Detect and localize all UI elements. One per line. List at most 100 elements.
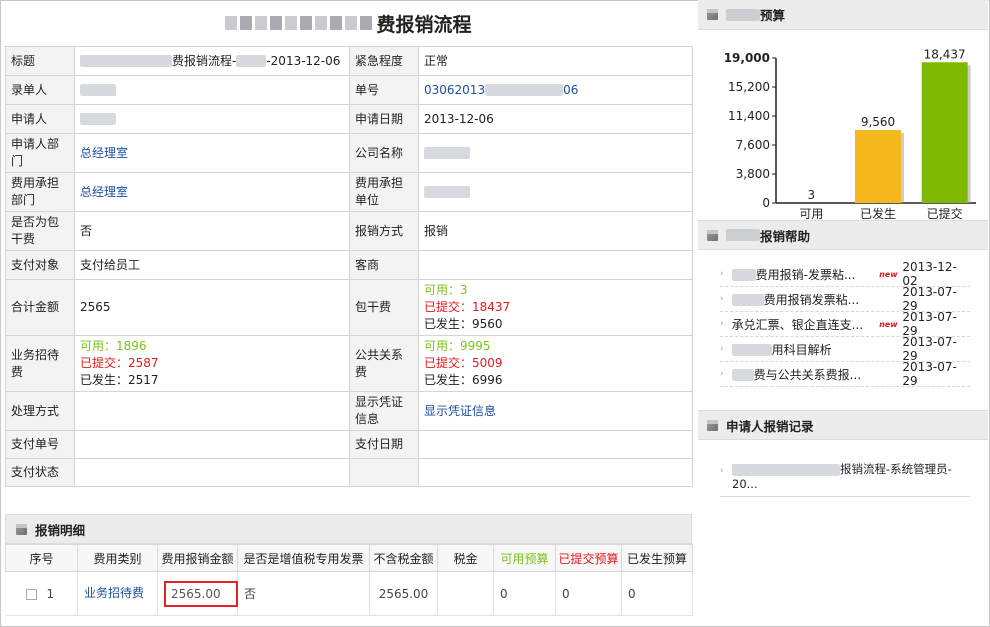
blur [731,344,772,356]
row-applicant: 申请人 申请日期 2013-12-06 [5,104,693,134]
cube-icon [706,419,719,432]
table-row: 1 业务招待费 2565.00 否 2565.00 0 0 0 [5,571,693,616]
lump-submitted: 已提交：18437 [424,300,511,314]
label-payee: 支付对象 [5,250,75,280]
label-pr-fee: 公共关系费 [349,335,419,392]
cell-category[interactable]: 业务招待费 [77,571,158,616]
list-item[interactable]: › 报销流程-系统管理员- 20... [720,462,970,497]
help-item-date: 2013-07-29 [902,335,957,363]
label-total: 合计金额 [5,279,75,336]
cell-tax[interactable] [437,571,494,616]
arrow-icon: › [720,319,724,329]
empty-cell [349,458,419,487]
row-title: 标题 费报销流程- -2013-12-06 紧急程度 正常 [5,46,693,76]
cell-occurred: 0 [621,571,693,616]
hosp-occurred: 已发生：2517 [80,373,159,387]
cube-icon [706,229,719,242]
arrow-icon: › [720,344,724,354]
help-title: 报销帮助 [760,228,811,244]
row-hospitality: 业务招待费 可用：1896 已提交：2587 已发生：2517 公共关系费 可用… [5,335,693,392]
y-tick-label: 0 [762,196,770,210]
value-order-no[interactable]: 03062013 06 [418,75,693,105]
data-label: 9,560 [861,115,895,129]
blur [424,186,470,198]
list-item[interactable]: › 用科目解析 2013-07-29 [720,335,970,363]
help-item-date: 2013-07-29 [902,285,957,313]
label-pay-date: 支付日期 [349,430,419,459]
cell-no: 1 [5,571,78,616]
label-bearer-dept: 费用承担部门 [5,172,75,212]
blur [731,294,764,306]
value-title-text: 费报销流程- [172,53,237,68]
page-title-text: 费报销流程 [376,13,472,36]
row-pay-status: 支付状态 [5,458,693,487]
value-payee: 支付给员工 [74,250,350,280]
row-dept: 申请人部门 总经理室 公司名称 [5,133,693,173]
value-merchant [418,250,693,280]
cell-submitted: 0 [555,571,622,616]
detail-title: 报销明细 [35,522,86,538]
blur [731,369,754,381]
blur [424,147,470,159]
value-title: 费报销流程- -2013-12-06 [74,46,350,76]
order-no-a: 03062013 [424,82,486,97]
blur [80,113,116,125]
budget-chart-svg: 0 3,800 7,600 11,400 15,200 19,000 3 可用 9,560 已发生… [724,47,976,221]
value-hospitality: 可用：1896 已提交：2587 已发生：2517 [74,335,350,392]
bar [921,62,968,204]
show-voucher-link[interactable]: 显示凭证信息 [418,391,693,431]
help-list: › 费用报销-发票粘... new 2013-12-02 › 费用报销发票粘... 201… [698,250,988,388]
col-vat: 是否是增值税专用发票 [237,544,370,572]
label-urgency: 紧急程度 [349,46,419,76]
y-tick-label: 15,200 [728,80,770,94]
col-no: 序号 [5,544,78,572]
detail-header: 报销明细 [5,514,692,544]
help-item-text: 承兑汇票、银企直连支... [731,317,864,332]
blur [80,55,172,67]
cell-vat[interactable]: 否 [237,571,370,616]
label-pay-no: 支付单号 [5,430,75,459]
amount-input[interactable]: 2565.00 [164,580,238,607]
value-applicant [74,104,350,134]
label-recorder: 录单人 [5,75,75,105]
arrow-icon: › [720,269,724,279]
label-dept: 申请人部门 [5,133,75,173]
value-dept[interactable]: 总经理室 [74,133,350,173]
row-checkbox[interactable] [25,588,37,600]
pr-avail: 可用：9995 [424,339,491,353]
row-pay-no: 支付单号 支付日期 [5,430,693,459]
main-content: 费报销流程 标题 费报销流程- -2013-12-06 紧急程度 正常 录单人 单… [5,0,693,487]
list-item[interactable]: › 费用报销-发票粘... new 2013-12-02 [720,260,970,288]
x-tick-label: 已提交 [927,206,963,221]
label-reimb-method: 报销方式 [349,211,419,251]
data-label: 18,437 [924,47,966,61]
y-tick-label: 19,000 [724,51,770,65]
order-no-b: 06 [563,82,579,97]
records-title: 申请人报销记录 [726,418,814,434]
value-bearer-dept[interactable]: 总经理室 [74,172,350,212]
data-label: 3 [808,188,816,202]
label-apply-date: 申请日期 [349,104,419,134]
list-item[interactable]: › 承兑汇票、银企直连支... new 2013-07-29 [720,310,970,338]
hosp-avail: 可用：1896 [80,339,147,353]
row-total: 合计金额 2565 包干费 可用：3 已提交：18437 已发生：9560 [5,279,693,336]
list-item[interactable]: › 费与公共关系费报... 2013-07-29 [720,360,970,388]
cell-avail: 0 [493,571,556,616]
value-pay-status [74,458,350,487]
col-amount: 费用报销金额 [157,544,238,572]
pr-occurred: 已发生：6996 [424,373,503,387]
help-item-text: 费与公共关系费报... [753,367,862,382]
help-item-text: 费用报销-发票粘... [755,267,856,282]
blur [726,8,760,21]
hosp-submitted: 已提交：2587 [80,356,159,370]
list-item[interactable]: › 费用报销发票粘... 2013-07-29 [720,285,970,313]
blur [485,84,564,96]
lump-occurred: 已发生：9560 [424,317,503,331]
label-title: 标题 [5,46,75,76]
blur [726,229,760,241]
help-item-text: 费用报销发票粘... [763,292,860,307]
label-order-no: 单号 [349,75,419,105]
label-merchant: 客商 [349,250,419,280]
label-hospitality: 业务招待费 [5,335,75,392]
arrow-icon: › [720,466,724,476]
